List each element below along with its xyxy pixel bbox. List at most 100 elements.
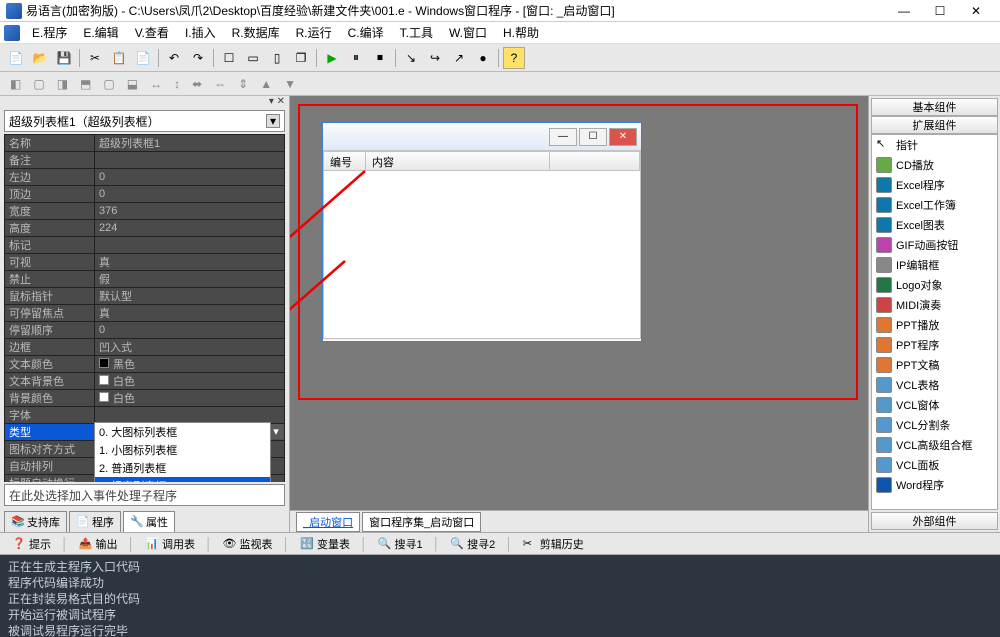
toolbox-item[interactable]: VCL窗体 [872, 395, 997, 415]
tab-support-lib[interactable]: 📚支持库 [4, 511, 67, 532]
step-over-button[interactable]: ↪ [424, 47, 446, 69]
toolbox-ext-header[interactable]: 扩展组件 [871, 116, 998, 134]
property-value[interactable]: 白色 [95, 390, 285, 407]
dropdown-option[interactable]: 1. 小图标列表框 [95, 441, 270, 459]
minimize-button[interactable]: — [886, 0, 922, 22]
bottom-tab[interactable]: 🔣变量表 [294, 534, 356, 554]
menu-insert[interactable]: I.插入 [177, 22, 224, 43]
property-value[interactable]: 224 [95, 220, 285, 237]
listview-body[interactable] [323, 171, 641, 339]
new-button[interactable]: 📄 [5, 47, 27, 69]
redo-button[interactable]: ↷ [187, 47, 209, 69]
stop-button[interactable]: ⏹ [369, 47, 391, 69]
bottom-tab[interactable]: ❓提示 [6, 534, 57, 554]
tab-window-procset[interactable]: 窗口程序集_启动窗口 [362, 512, 481, 532]
save-button[interactable]: 💾 [53, 47, 75, 69]
property-row[interactable]: 宽度376 [5, 203, 285, 220]
property-row[interactable]: 停留顺序0 [5, 322, 285, 339]
toolbox-item[interactable]: GIF动画按钮 [872, 235, 997, 255]
property-row[interactable]: 标记 [5, 237, 285, 254]
design-window[interactable]: — ☐ ✕ 编号 内容 [322, 122, 642, 342]
component-selector[interactable]: 超级列表框1（超级列表框） ▾ [4, 110, 285, 132]
bottom-tab[interactable]: 🔍搜寻2 [444, 534, 501, 554]
property-value[interactable]: 黑色 [95, 356, 285, 373]
center-v-button[interactable]: ⇕ [234, 75, 252, 93]
open-button[interactable]: 📂 [29, 47, 51, 69]
toolbox-item[interactable]: VCL高级组合框 [872, 435, 997, 455]
toolbox-item[interactable]: ↖指针 [872, 135, 997, 155]
toolbox-item[interactable]: CD播放 [872, 155, 997, 175]
step-out-button[interactable]: ↗ [448, 47, 470, 69]
toolbox-basic-header[interactable]: 基本组件 [871, 98, 998, 116]
property-row[interactable]: 高度224 [5, 220, 285, 237]
property-row[interactable]: 可视真 [5, 254, 285, 271]
toolbox-item[interactable]: Logo对象 [872, 275, 997, 295]
center-h-button[interactable]: ⇔ [210, 75, 230, 93]
listview-header[interactable]: 编号 内容 [323, 151, 641, 171]
toolbox-item[interactable]: MIDI演奏 [872, 295, 997, 315]
property-row[interactable]: 鼠标指针默认型 [5, 288, 285, 305]
win-maximize-button[interactable]: ☐ [579, 128, 607, 146]
property-value[interactable]: 假 [95, 271, 285, 288]
property-row[interactable]: 名称超级列表框1 [5, 135, 285, 152]
run-button[interactable]: ▶ [321, 47, 343, 69]
property-value[interactable]: 默认型 [95, 288, 285, 305]
property-value[interactable]: 0 [95, 322, 285, 339]
property-row[interactable]: 左边0 [5, 169, 285, 186]
cut-button[interactable]: ✂ [84, 47, 106, 69]
bottom-tab[interactable]: 📊调用表 [139, 534, 201, 554]
menu-window[interactable]: W.窗口 [441, 22, 495, 43]
dropdown-option[interactable]: 0. 大图标列表框 [95, 423, 270, 441]
help-button[interactable]: ? [503, 47, 525, 69]
panel-toggle-icon[interactable]: ▾ ✕ [269, 96, 285, 108]
pause-button[interactable]: ⏸ [345, 47, 367, 69]
column-header-content[interactable]: 内容 [366, 152, 550, 170]
bottom-tab[interactable]: 📤输出 [73, 534, 124, 554]
copy-button[interactable]: 📋 [108, 47, 130, 69]
same-size-button[interactable]: ⬌ [188, 75, 206, 93]
tab-program[interactable]: 📄程序 [69, 511, 121, 532]
align-top-button[interactable]: ⬒ [76, 75, 95, 93]
property-value[interactable]: 376 [95, 203, 285, 220]
toolbox-item[interactable]: PPT程序 [872, 335, 997, 355]
toolbox-item[interactable]: IP编辑框 [872, 255, 997, 275]
property-row[interactable]: 顶边0 [5, 186, 285, 203]
toggle-button[interactable]: ☐ [218, 47, 240, 69]
menu-compile[interactable]: C.编译 [340, 22, 392, 43]
bring-front-button[interactable]: ▲ [256, 75, 276, 93]
event-selector[interactable]: 在此处选择加入事件处理子程序 [4, 484, 285, 506]
property-value[interactable]: 真 [95, 305, 285, 322]
property-value[interactable] [95, 407, 285, 424]
same-height-button[interactable]: ↕ [170, 75, 184, 93]
toolbox-item[interactable]: VCL表格 [872, 375, 997, 395]
property-value[interactable]: 凹入式 [95, 339, 285, 356]
paste-button[interactable]: 📄 [132, 47, 154, 69]
win-close-button[interactable]: ✕ [609, 128, 637, 146]
toolbox-list[interactable]: ↖指针CD播放Excel程序Excel工作簿Excel图表GIF动画按钮IP编辑… [871, 134, 998, 510]
align-center-button[interactable]: ▢ [29, 75, 48, 93]
bottom-tab[interactable]: 🔍搜寻1 [372, 534, 429, 554]
toolbox-item[interactable]: Word程序 [872, 475, 997, 495]
tab-properties[interactable]: 🔧属性 [123, 511, 175, 532]
property-row[interactable]: 备注 [5, 152, 285, 169]
align-middle-button[interactable]: ▢ [99, 75, 118, 93]
close-button[interactable]: ✕ [958, 0, 994, 22]
align-bottom-button[interactable]: ⬓ [123, 75, 142, 93]
win-minimize-button[interactable]: — [549, 128, 577, 146]
tile-v-button[interactable]: ▯ [266, 47, 288, 69]
column-header-id[interactable]: 编号 [324, 152, 366, 170]
cascade-button[interactable]: ❐ [290, 47, 312, 69]
property-row[interactable]: 字体 [5, 407, 285, 424]
maximize-button[interactable]: ☐ [922, 0, 958, 22]
toolbox-item[interactable]: VCL分割条 [872, 415, 997, 435]
breakpoint-button[interactable]: ● [472, 47, 494, 69]
toolbox-item[interactable]: VCL面板 [872, 455, 997, 475]
bottom-tab[interactable]: 👁监视表 [217, 534, 279, 554]
menu-database[interactable]: R.数据库 [224, 22, 288, 43]
property-value[interactable]: 0 [95, 186, 285, 203]
dropdown-option[interactable]: 2. 普通列表框 [95, 459, 270, 477]
same-width-button[interactable]: ↔ [146, 75, 166, 93]
property-row[interactable]: 禁止假 [5, 271, 285, 288]
menu-tools[interactable]: T.工具 [392, 22, 441, 43]
toolbox-item[interactable]: Excel工作簿 [872, 195, 997, 215]
